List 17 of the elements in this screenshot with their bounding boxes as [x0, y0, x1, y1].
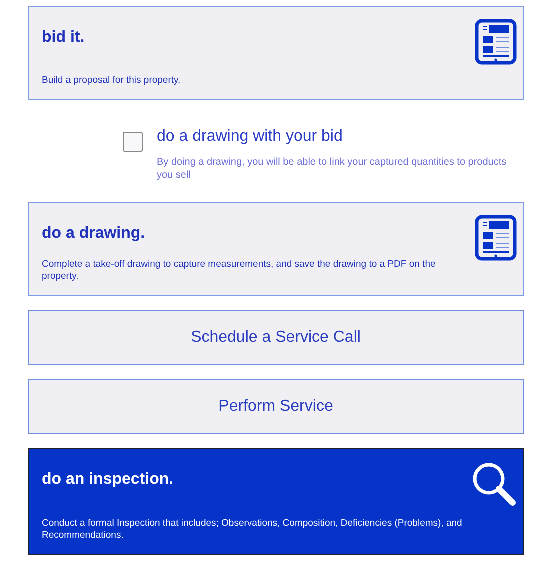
tablet-icon: [475, 215, 517, 261]
checkbox[interactable]: [123, 132, 143, 152]
card-description: Build a proposal for this property.: [42, 75, 181, 87]
card-title: bid it.: [42, 29, 86, 47]
option-card[interactable]: bid it. Build a proposal for this property.: [28, 6, 524, 100]
tablet-icon: [475, 19, 517, 65]
search-icon: [471, 461, 517, 507]
checkbox-description: By doing a drawing, you will be able to link your captured quantities to products you sell: [157, 156, 508, 182]
card-description: Conduct a formal Inspection that includes; Observations, Composition, Deficiencies (Problems), and Recommendations.: [42, 518, 464, 542]
card-description: Complete a take-off drawing to capture measurements, and save the drawing to a PDF on the property.: [42, 259, 437, 283]
checkbox-label: do a drawing with your bid: [157, 128, 344, 146]
card-title: do a drawing.: [42, 225, 146, 243]
option-card[interactable]: do an inspection. Conduct a formal Inspection that includes; Observations, Composition, Deficiencies (Problems), and Recommendations.: [28, 448, 524, 555]
action-button[interactable]: Perform Service: [28, 379, 524, 434]
option-card[interactable]: do a drawing. Complete a take-off drawing to capture measurements, and save the drawing to a PDF on the property.: [28, 202, 524, 296]
action-button[interactable]: Schedule a Service Call: [28, 310, 524, 365]
card-title: do an inspection.: [42, 471, 175, 489]
